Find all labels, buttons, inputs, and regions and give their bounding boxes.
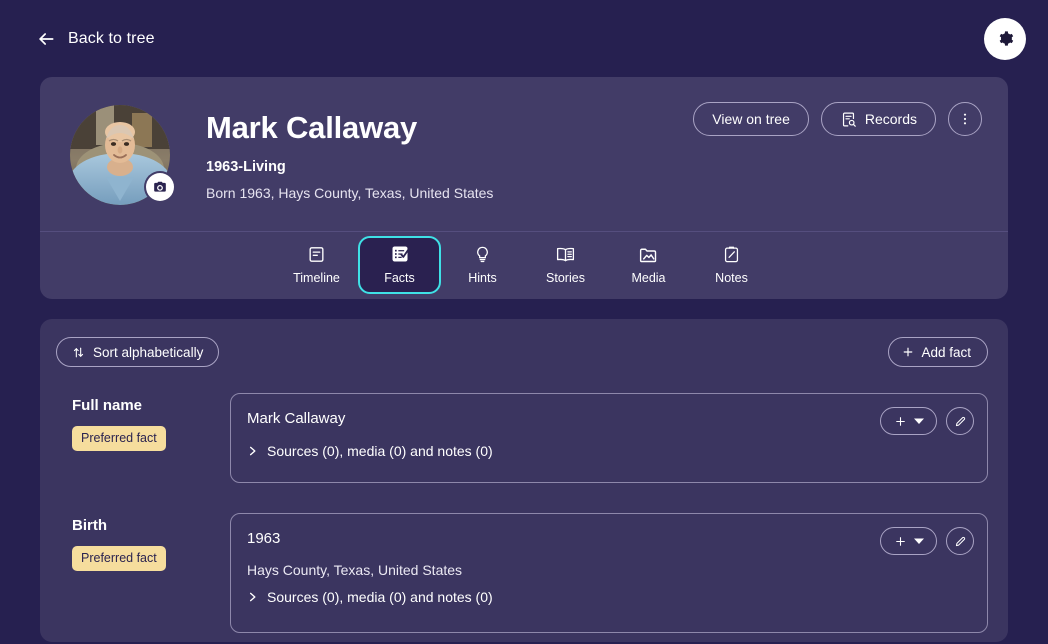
fact-add-dropdown-button[interactable] bbox=[880, 527, 937, 555]
change-photo-button[interactable] bbox=[146, 173, 174, 201]
media-folder-icon bbox=[638, 244, 659, 264]
fact-type: Birth bbox=[72, 517, 107, 534]
pencil-icon bbox=[954, 535, 967, 548]
add-fact-button[interactable]: Add fact bbox=[888, 337, 988, 367]
tab-hints[interactable]: Hints bbox=[441, 236, 524, 294]
tab-media-label: Media bbox=[631, 271, 666, 285]
avatar-wrapper bbox=[70, 105, 174, 205]
fact-sources-label: Sources (0), media (0) and notes (0) bbox=[267, 589, 493, 605]
checklist-icon bbox=[390, 244, 410, 264]
fact-place: Hays County, Texas, United States bbox=[247, 562, 463, 578]
view-on-tree-button[interactable]: View on tree bbox=[693, 102, 809, 136]
tab-notes[interactable]: Notes bbox=[690, 236, 773, 294]
sort-alphabetically-button[interactable]: Sort alphabetically bbox=[56, 337, 220, 367]
fact-value: Mark Callaway bbox=[247, 410, 346, 427]
plus-icon bbox=[894, 535, 907, 548]
gear-icon bbox=[997, 30, 1014, 47]
back-to-tree-label: Back to tree bbox=[68, 29, 155, 47]
fact-label-column: Birth Preferred fact bbox=[56, 513, 230, 633]
tab-media[interactable]: Media bbox=[607, 236, 690, 294]
plus-icon bbox=[894, 415, 907, 428]
tab-timeline[interactable]: Timeline bbox=[275, 236, 358, 294]
person-header-card: Mark Callaway 1963-Living Born 1963, Hay… bbox=[40, 77, 1008, 299]
pencil-icon bbox=[954, 415, 967, 428]
tab-notes-label: Notes bbox=[715, 271, 748, 285]
fact-edit-button[interactable] bbox=[946, 407, 974, 435]
fact-type: Full name bbox=[72, 397, 143, 414]
camera-icon bbox=[153, 180, 167, 194]
fact-card-actions bbox=[880, 527, 974, 555]
person-tab-bar: Timeline Facts Hints Stories Media Notes bbox=[40, 231, 1008, 299]
sort-alphabetically-label: Sort alphabetically bbox=[93, 344, 204, 360]
fact-sources-toggle[interactable]: Sources (0), media (0) and notes (0) bbox=[247, 443, 493, 459]
records-button[interactable]: Records bbox=[820, 102, 936, 136]
lightbulb-icon bbox=[473, 244, 492, 264]
tab-facts-label: Facts bbox=[384, 271, 415, 285]
tab-stories[interactable]: Stories bbox=[524, 236, 607, 294]
fact-card: Mark Callaway Sources (0), media (0) and… bbox=[230, 393, 988, 483]
settings-button[interactable] bbox=[984, 17, 1026, 60]
fact-card-actions bbox=[880, 407, 974, 435]
person-birth-summary: Born 1963, Hays County, Texas, United St… bbox=[206, 185, 494, 202]
sort-arrows-icon bbox=[72, 346, 85, 359]
more-vertical-icon bbox=[957, 111, 973, 127]
facts-toolbar: Sort alphabetically Add fact bbox=[56, 337, 988, 367]
back-to-tree-link[interactable]: Back to tree bbox=[36, 29, 155, 49]
top-bar: Back to tree bbox=[0, 0, 1048, 77]
arrow-left-icon bbox=[36, 29, 56, 49]
chevron-right-icon bbox=[247, 590, 258, 604]
fact-row: Full name Preferred fact Mark Callaway S… bbox=[56, 393, 988, 483]
preferred-fact-badge: Preferred fact bbox=[72, 546, 166, 571]
person-lifespan: 1963-Living bbox=[206, 159, 286, 176]
add-fact-label: Add fact bbox=[921, 344, 971, 360]
fact-value: 1963 bbox=[247, 530, 281, 547]
person-summary: Mark Callaway 1963-Living Born 1963, Hay… bbox=[40, 77, 1008, 231]
chevron-right-icon bbox=[247, 444, 258, 458]
fact-add-dropdown-button[interactable] bbox=[880, 407, 937, 435]
records-search-icon bbox=[840, 111, 857, 128]
facts-panel: Sort alphabetically Add fact Full name P… bbox=[40, 319, 1008, 642]
tab-stories-label: Stories bbox=[546, 271, 585, 285]
plus-icon bbox=[901, 345, 915, 359]
view-on-tree-label: View on tree bbox=[712, 111, 790, 127]
book-icon bbox=[555, 244, 576, 264]
preferred-fact-badge: Preferred fact bbox=[72, 426, 166, 451]
tab-facts[interactable]: Facts bbox=[358, 235, 441, 294]
fact-label-column: Full name Preferred fact bbox=[56, 393, 230, 483]
notes-pencil-icon bbox=[722, 244, 741, 264]
fact-row: Birth Preferred fact 1963 Hays County, T… bbox=[56, 513, 988, 633]
fact-sources-toggle[interactable]: Sources (0), media (0) and notes (0) bbox=[247, 589, 493, 605]
tab-hints-label: Hints bbox=[468, 271, 497, 285]
fact-card: 1963 Hays County, Texas, United States S… bbox=[230, 513, 988, 633]
person-action-buttons: View on tree Records bbox=[693, 102, 982, 136]
caret-down-icon bbox=[913, 416, 924, 426]
fact-sources-label: Sources (0), media (0) and notes (0) bbox=[267, 443, 493, 459]
fact-edit-button[interactable] bbox=[946, 527, 974, 555]
person-more-button[interactable] bbox=[948, 102, 982, 136]
records-label: Records bbox=[864, 111, 917, 127]
tab-timeline-label: Timeline bbox=[293, 271, 340, 285]
caret-down-icon bbox=[913, 536, 924, 546]
timeline-icon bbox=[307, 244, 326, 264]
